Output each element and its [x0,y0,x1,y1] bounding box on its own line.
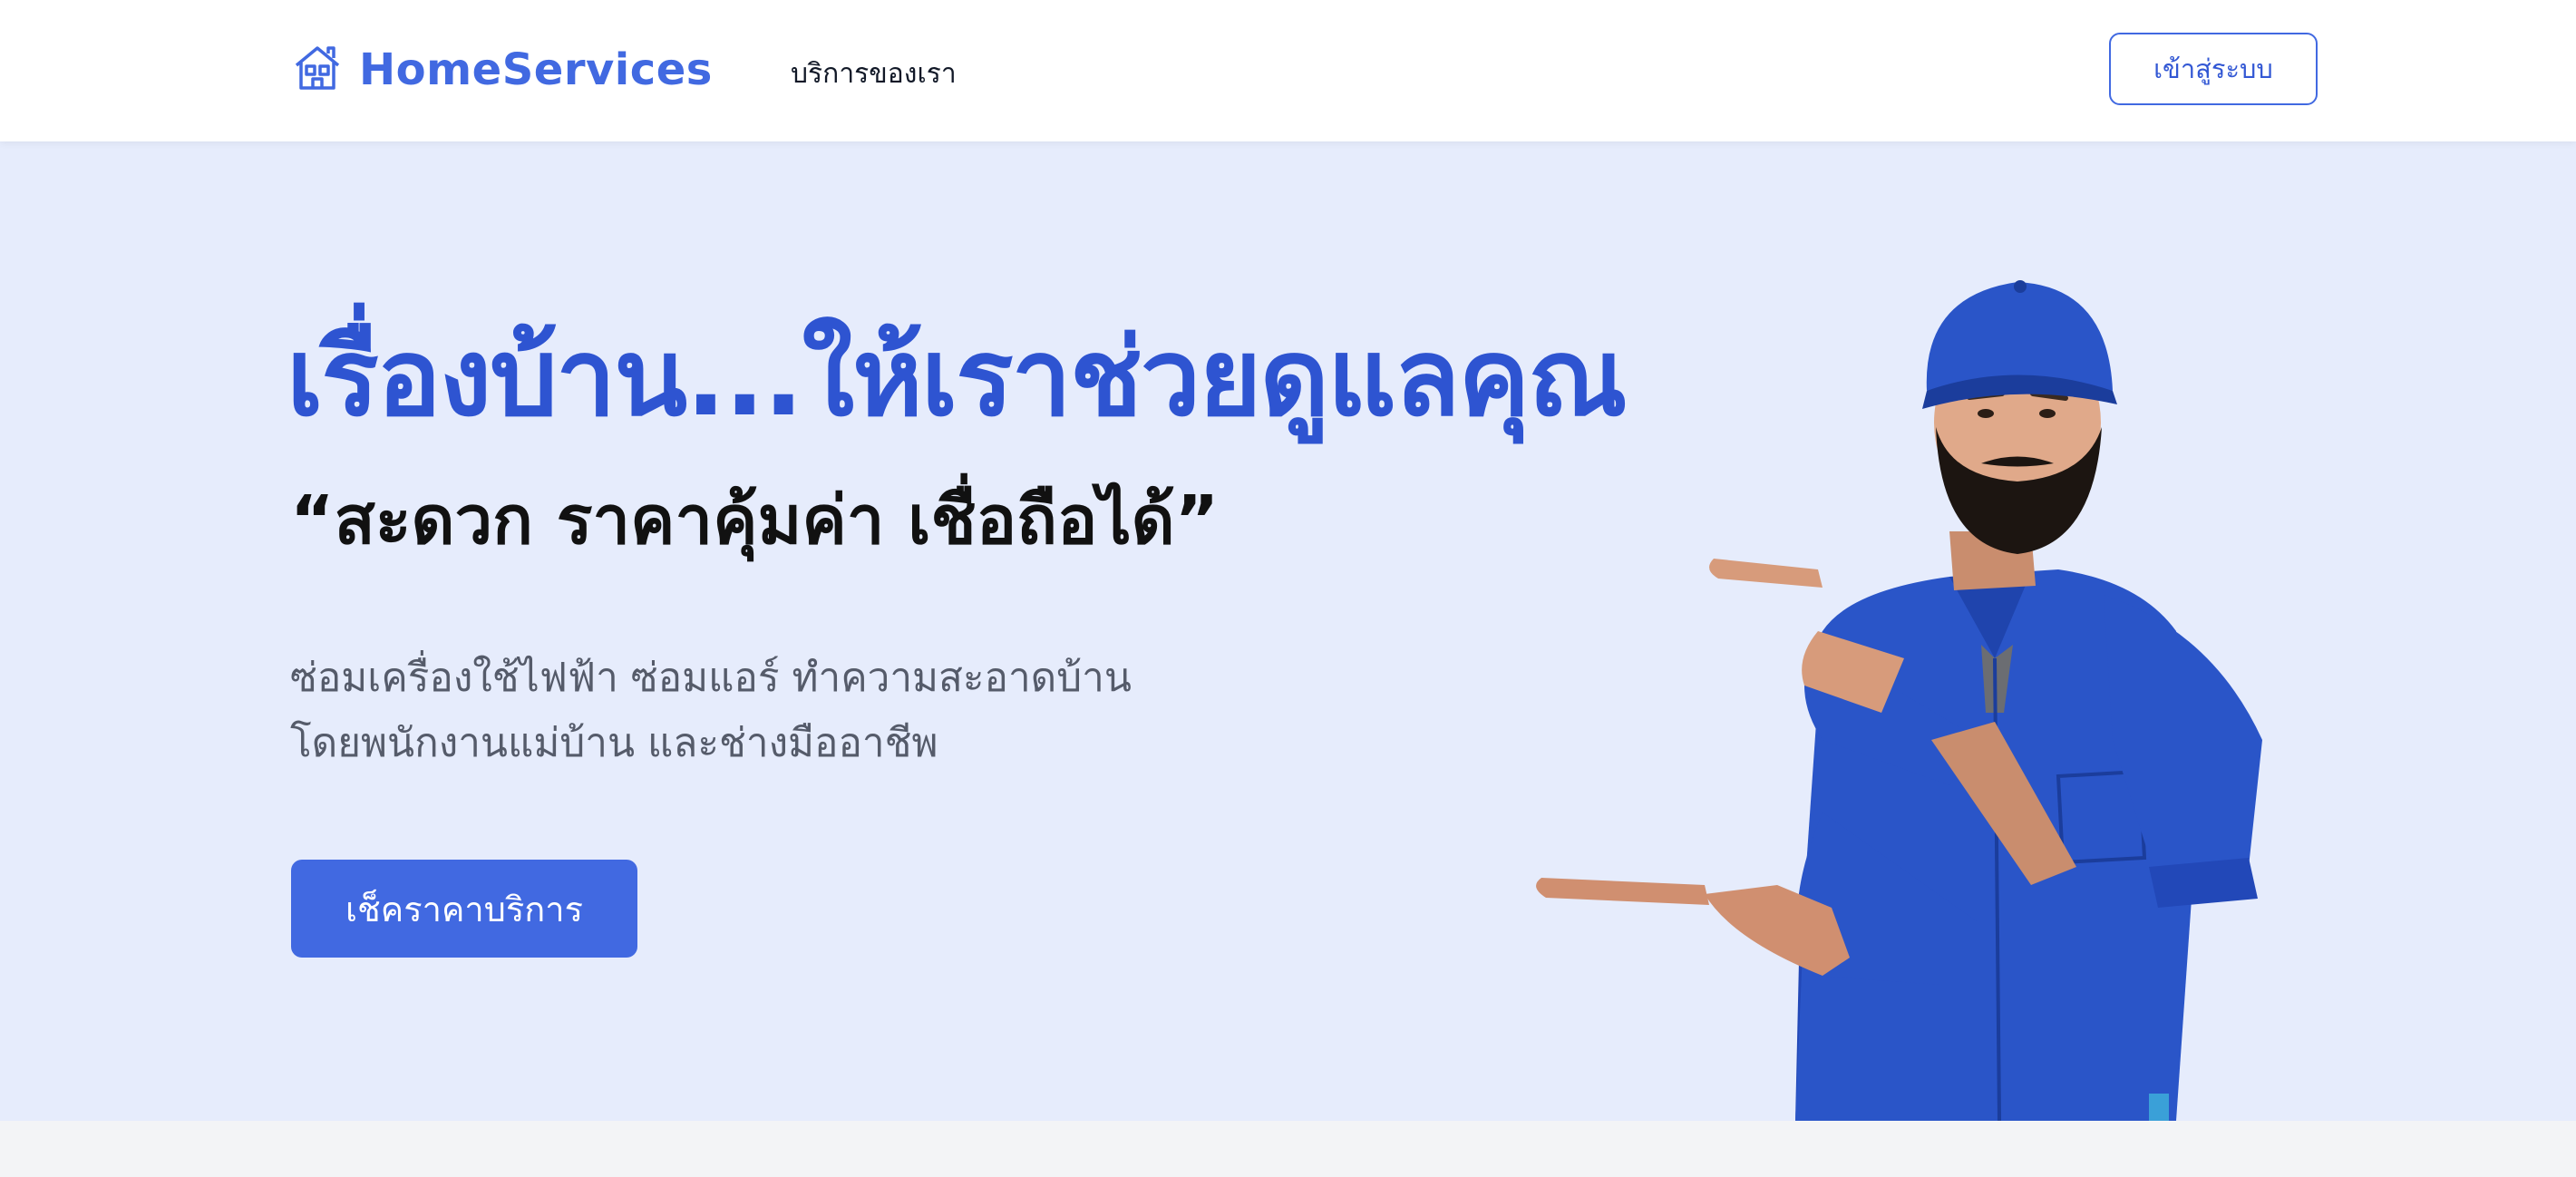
hero-section: เรื่องบ้าน...ให้เราช่วยดูแลคุณ “สะดวก รา… [0,141,2576,1121]
technician-illustration [1536,280,2262,1121]
hero-description-line: ซ่อมเครื่องใช้ไฟฟ้า ซ่อมแอร์ ทำความสะอาด… [290,655,1132,701]
nav-link-our-services[interactable]: บริการของเรา [791,53,957,95]
brand-logo-link[interactable]: HomeServices [292,42,713,98]
house-icon [292,43,343,97]
brand-name: HomeServices [359,44,713,95]
next-section-edge [0,1121,2576,1177]
check-price-button[interactable]: เช็คราคาบริการ [291,860,637,958]
login-button[interactable]: เข้าสู่ระบบ [2109,33,2318,105]
hero-description-line: โดยพนักงานแม่บ้าน และช่างมืออาชีพ [290,720,938,766]
hero-headline: เรื่องบ้าน...ให้เราช่วยดูแลคุณ [287,315,1628,440]
hero-description: ซ่อมเครื่องใช้ไฟฟ้า ซ่อมแอร์ ทำความสะอาด… [290,646,1378,776]
hero-subheadline: “สะดวก ราคาคุ้มค่า เชื่อถือได้” [290,482,1220,559]
navbar: HomeServices บริการของเรา เข้าสู่ระบบ [0,0,2576,141]
